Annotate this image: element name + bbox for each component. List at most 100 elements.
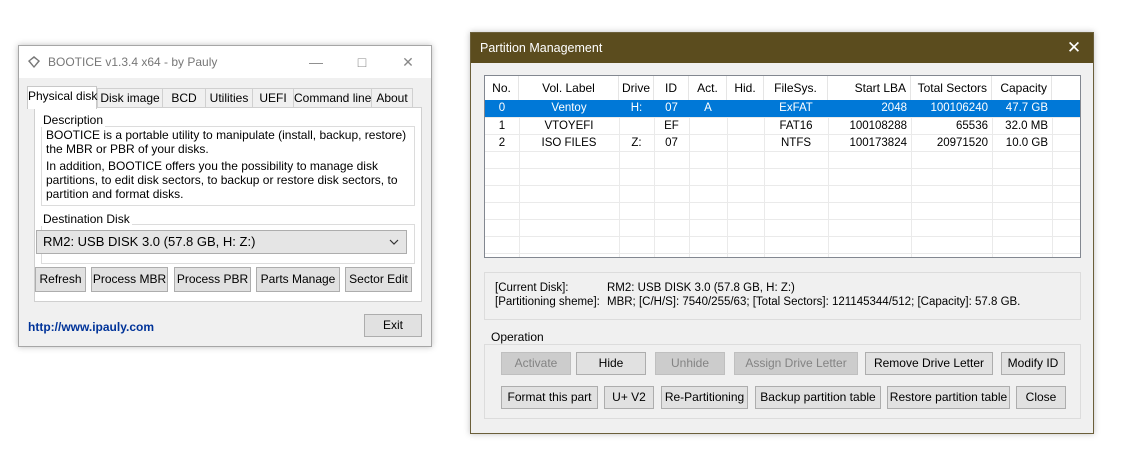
cell-id: EF [664, 120, 679, 132]
grid-line [485, 202, 1080, 203]
tab-disk-image[interactable]: Disk image [97, 88, 163, 108]
column-header-id[interactable]: ID [654, 76, 689, 100]
grid-line [485, 168, 1080, 169]
cell-no: 2 [498, 137, 506, 149]
title-bar[interactable]: Partition Management ✕ [471, 33, 1093, 63]
cell-no: 1 [498, 120, 506, 132]
re-partitioning-button[interactable]: Re-Partitioning [661, 386, 748, 409]
table-row[interactable]: 2 ISO FILES Z: 07 NTFS 100173824 2097152… [485, 135, 1080, 152]
column-header-hid[interactable]: Hid. [727, 76, 764, 100]
grid-line [485, 219, 1080, 220]
modify-id-button[interactable]: Modify ID [1001, 352, 1065, 375]
unhide-button[interactable]: Unhide [655, 352, 725, 375]
cell-vol-label: Ventoy [551, 102, 587, 114]
tab-physical-disk[interactable]: Physical disk [27, 86, 97, 109]
operation-label: Operation [489, 330, 546, 344]
grid-line [485, 253, 1080, 254]
sector-edit-button[interactable]: Sector Edit [345, 267, 412, 292]
title-bar[interactable]: BOOTICE v1.3.4 x64 - by Pauly — □ ✕ [19, 46, 431, 78]
cell-act [689, 118, 727, 135]
grid-line [485, 185, 1080, 186]
format-partition-button[interactable]: Format this part [501, 386, 598, 409]
column-header-vol-label[interactable]: Vol. Label [519, 76, 619, 100]
window-title: Partition Management [480, 41, 603, 55]
minimize-icon[interactable]: — [293, 46, 339, 78]
cell-filesys: FAT16 [779, 120, 813, 132]
table-row[interactable]: 0 Ventoy H: 07 A ExFAT 2048 100106240 47… [485, 100, 1080, 117]
cell-total-sectors: 20971520 [936, 137, 988, 149]
column-header-no[interactable]: No. [485, 76, 519, 100]
refresh-button[interactable]: Refresh [35, 267, 86, 292]
cell-hid [727, 135, 764, 152]
cell-capacity: 47.7 GB [1005, 102, 1048, 114]
column-header-act[interactable]: Act. [689, 76, 727, 100]
cell-drive [619, 118, 654, 135]
cell-vol-label: ISO FILES [541, 137, 597, 149]
u-plus-v2-button[interactable]: U+ V2 [604, 386, 654, 409]
hide-button[interactable]: Hide [576, 352, 646, 375]
partition-list[interactable]: No. Vol. Label Drive ID Act. Hid. FileSy… [484, 75, 1081, 258]
column-header-start-lba[interactable]: Start LBA [828, 76, 911, 100]
tab-about[interactable]: About [371, 88, 413, 108]
cell-total-sectors: 100106240 [930, 102, 988, 114]
cell-hid [727, 118, 764, 135]
cell-start-lba: 100173824 [849, 137, 907, 149]
close-icon[interactable]: ✕ [385, 46, 431, 78]
destination-disk-label: Destination Disk [41, 212, 132, 226]
cell-start-lba: 2048 [881, 102, 907, 114]
cell-capacity: 32.0 MB [1005, 120, 1048, 132]
cell-act [689, 135, 727, 152]
bootice-window: BOOTICE v1.3.4 x64 - by Pauly — □ ✕ Phys… [18, 45, 432, 347]
column-header-filesys[interactable]: FileSys. [764, 76, 828, 100]
tab-utilities[interactable]: Utilities [205, 88, 253, 108]
destination-disk-value: RM2: USB DISK 3.0 (57.8 GB, H: Z:) [43, 234, 256, 249]
exit-button[interactable]: Exit [364, 314, 422, 337]
process-mbr-button[interactable]: Process MBR [91, 267, 168, 292]
parts-manage-button[interactable]: Parts Manage [256, 267, 340, 292]
current-disk-label: [Current Disk]: [495, 282, 569, 294]
close-icon[interactable]: ✕ [1059, 33, 1089, 63]
backup-partition-table-button[interactable]: Backup partition table [755, 386, 881, 409]
tab-command-line[interactable]: Command line [293, 88, 372, 108]
cell-no: 0 [498, 102, 506, 114]
column-header-drive[interactable]: Drive [619, 76, 654, 100]
restore-partition-table-button[interactable]: Restore partition table [887, 386, 1010, 409]
cell-id: 07 [665, 102, 678, 114]
maximize-icon[interactable]: □ [339, 46, 385, 78]
chevron-down-icon [389, 239, 399, 245]
list-header: No. Vol. Label Drive ID Act. Hid. FileSy… [485, 76, 1080, 100]
process-pbr-button[interactable]: Process PBR [174, 267, 251, 292]
website-link[interactable]: http://www.ipauly.com [28, 320, 154, 334]
description-text-2: In addition, BOOTICE offers you the poss… [46, 159, 398, 201]
cell-filesys: ExFAT [779, 102, 813, 114]
close-button[interactable]: Close [1016, 386, 1066, 409]
partitioning-scheme-label: [Partitioning sheme]: [495, 296, 600, 308]
column-header-capacity[interactable]: Capacity [992, 76, 1052, 100]
column-header-total-sectors[interactable]: Total Sectors [911, 76, 992, 100]
description-text-1: BOOTICE is a portable utility to manipul… [46, 128, 407, 156]
grid-line [485, 236, 1080, 237]
assign-drive-letter-button[interactable]: Assign Drive Letter [734, 352, 858, 375]
cell-hid [727, 100, 764, 117]
activate-button[interactable]: Activate [501, 352, 571, 375]
cell-drive: H: [630, 102, 643, 114]
partitioning-scheme-value: MBR; [C/H/S]: 7540/255/63; [Total Sector… [607, 296, 1021, 308]
table-row[interactable]: 1 VTOYEFI EF FAT16 100108288 65536 32.0 … [485, 118, 1080, 135]
cell-total-sectors: 65536 [956, 120, 988, 132]
current-disk-value: RM2: USB DISK 3.0 (57.8 GB, H: Z:) [607, 282, 795, 294]
cell-vol-label: VTOYEFI [544, 120, 594, 132]
tab-bcd[interactable]: BCD [162, 88, 206, 108]
remove-drive-letter-button[interactable]: Remove Drive Letter [865, 352, 993, 375]
tab-uefi[interactable]: UEFI [252, 88, 294, 108]
description-label: Description [41, 113, 106, 127]
bootice-app-icon [28, 56, 40, 68]
cell-act: A [704, 102, 712, 114]
cell-filesys: NTFS [780, 137, 812, 149]
cell-capacity: 10.0 GB [1005, 137, 1048, 149]
partition-management-window: Partition Management ✕ No. Vol. Label Dr… [470, 32, 1094, 434]
destination-disk-select[interactable]: RM2: USB DISK 3.0 (57.8 GB, H: Z:) [36, 230, 407, 254]
window-title: BOOTICE v1.3.4 x64 - by Pauly [48, 55, 218, 69]
cell-id: 07 [665, 137, 678, 149]
cell-drive: Z: [631, 137, 642, 149]
cell-start-lba: 100108288 [849, 120, 907, 132]
